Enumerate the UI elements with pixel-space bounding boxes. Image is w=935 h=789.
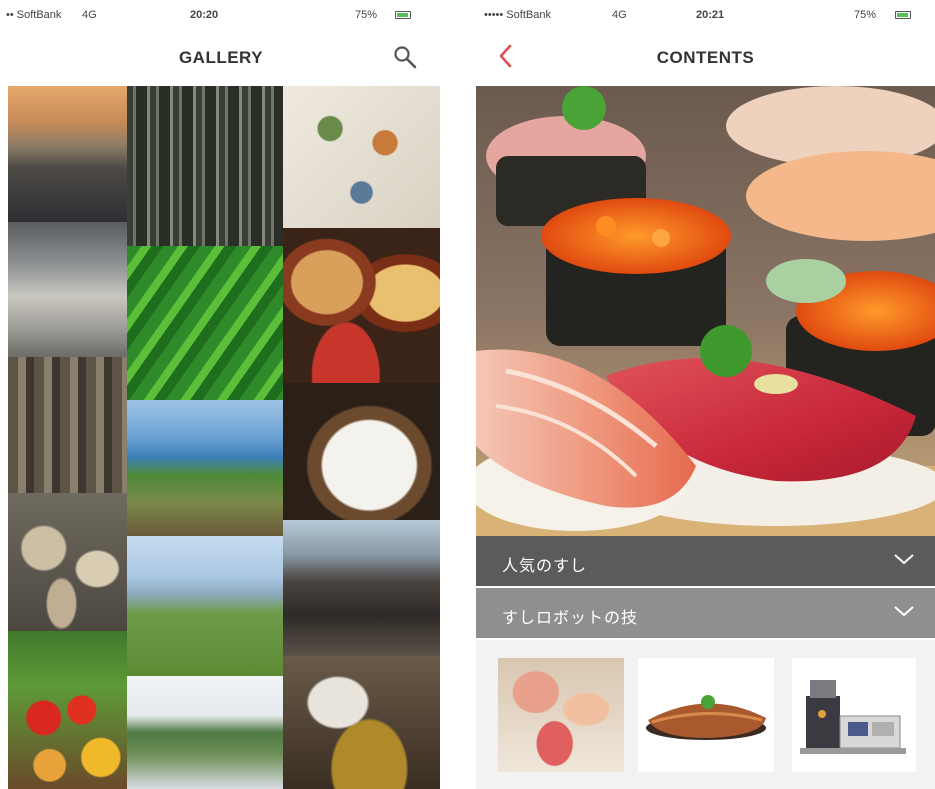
gallery-photo-craftsman[interactable] [283, 656, 440, 789]
section-label: すしロボットの技 [502, 610, 639, 627]
network-type: 4G [612, 9, 627, 21]
page-title: GALLERY [178, 48, 264, 67]
navigation-bar: GALLERY [0, 26, 442, 86]
gallery-photo-rocky-shore[interactable] [8, 222, 127, 357]
gallery-photo-green-leaves[interactable] [127, 246, 283, 400]
clock-time: 20:21 [696, 9, 725, 21]
sushi-robot-thumbnail[interactable] [792, 658, 916, 772]
eel-sushi-thumbnail[interactable] [638, 658, 774, 772]
gallery-photo-tree-stumps[interactable] [8, 357, 127, 493]
network-type: 4G [82, 9, 97, 21]
gallery-photo-grazing-cows[interactable] [283, 520, 440, 656]
thumbnail-strip [476, 640, 935, 789]
battery-percent: 75% [355, 9, 378, 21]
section-label: 人気のすし [502, 558, 588, 575]
gallery-photo-cedar-forest[interactable] [127, 86, 283, 246]
gallery-photo-oysters[interactable] [8, 493, 127, 631]
gallery-photo-miso-bowls[interactable] [283, 228, 440, 383]
chevron-down-icon [894, 606, 914, 617]
eel-sushi-drawing [646, 695, 766, 740]
gallery-photo-vegetables[interactable] [8, 631, 127, 789]
contents-screen: ••••• SoftBank 4G 20:21 75% CONTENTS 人気の… [476, 0, 935, 789]
carrier-name: •• SoftBank [6, 9, 62, 21]
sushi-plate-thumbnail[interactable] [498, 658, 624, 772]
gallery-photo-sunset[interactable] [8, 86, 127, 222]
gallery-photo-green-onion-rice[interactable] [283, 383, 440, 520]
sushi-hero-image [476, 86, 935, 536]
page-title: CONTENTS [656, 48, 755, 67]
status-bar: ••••• SoftBank 4G 20:21 75% [476, 0, 935, 26]
gallery-photo-grassland[interactable] [127, 536, 283, 676]
navigation-bar: CONTENTS [476, 26, 935, 86]
gallery-photo-plates[interactable] [283, 86, 440, 228]
gallery-photo-mountain-valley[interactable] [127, 676, 283, 789]
search-icon[interactable] [392, 44, 418, 70]
battery-icon [392, 9, 411, 21]
carrier-name: ••••• SoftBank [484, 9, 551, 21]
section-popular-sushi[interactable]: 人気のすし [476, 536, 935, 586]
battery-icon [892, 9, 911, 21]
battery-percent: 75% [854, 9, 877, 21]
gallery-screen: •• SoftBank 4G 20:20 75% GALLERY [0, 0, 442, 789]
status-bar: •• SoftBank 4G 20:20 75% [0, 0, 442, 26]
clock-time: 20:20 [190, 9, 219, 21]
section-sushi-robot-skill[interactable]: すしロボットの技 [476, 588, 935, 638]
gallery-photo-coastal-cliff[interactable] [127, 400, 283, 536]
sushi-platter-photo [476, 86, 935, 536]
chevron-down-icon [894, 554, 914, 565]
robot-machine-drawing [800, 680, 906, 754]
